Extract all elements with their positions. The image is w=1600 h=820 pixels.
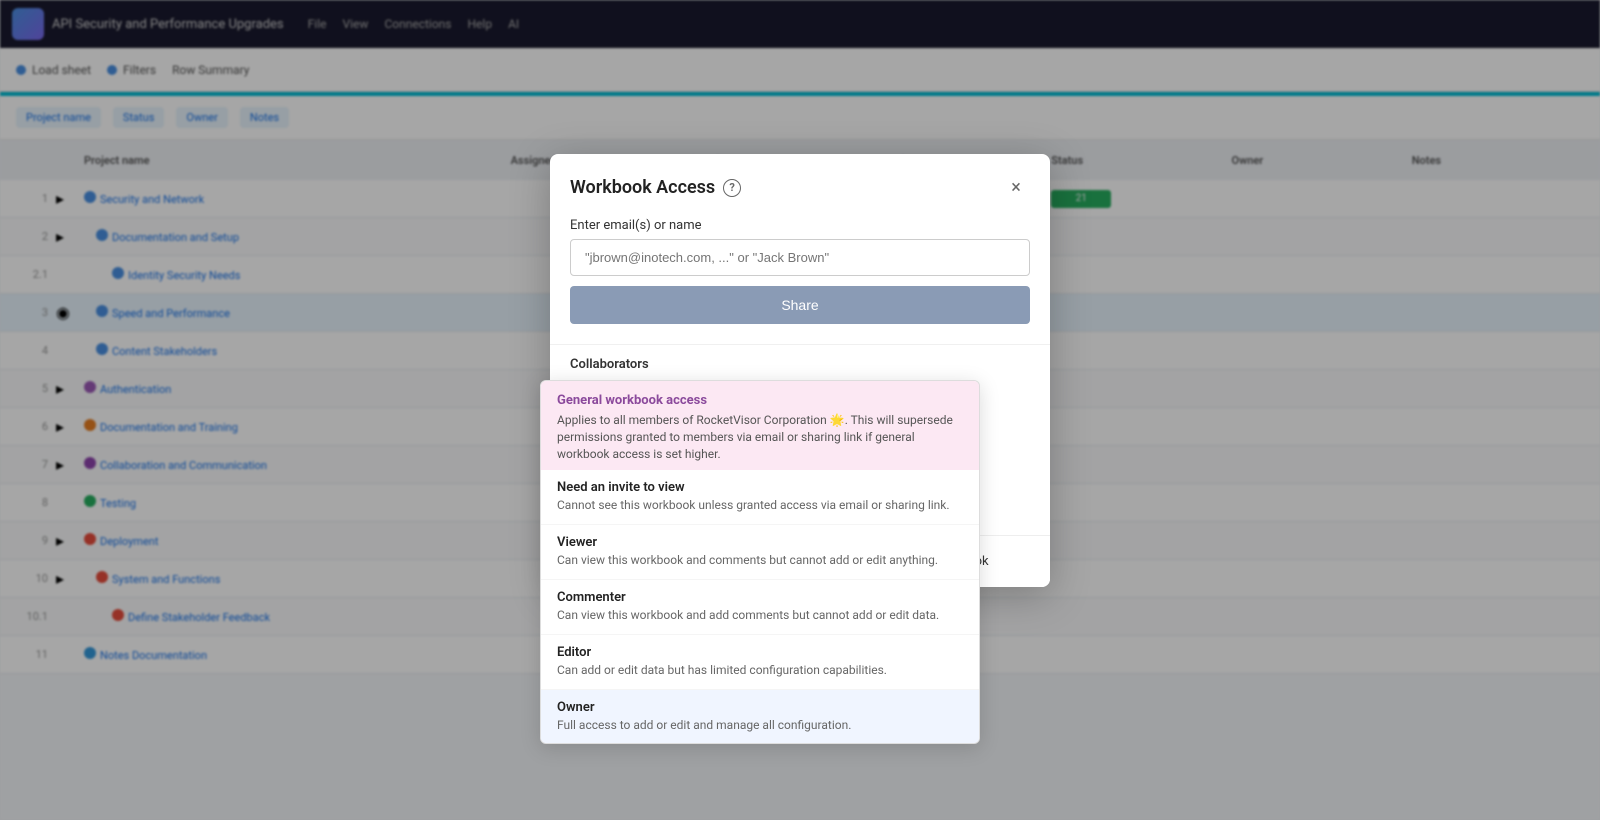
modal-overlay: Workbook Access ? × Enter email(s) or na… — [0, 0, 1600, 820]
modal-title-row: Workbook Access ? — [570, 177, 741, 198]
dropdown-item-desc: Cannot see this workbook unless granted … — [557, 497, 963, 514]
dropdown-item-invite[interactable]: Need an invite to view Cannot see this w… — [541, 470, 979, 525]
close-button[interactable]: × — [1002, 174, 1030, 202]
dropdown-item-title: Viewer — [557, 535, 963, 550]
email-label: Enter email(s) or name — [570, 218, 1030, 233]
collaborators-title: Collaborators — [570, 357, 1030, 372]
dropdown-item-desc: Can view this workbook and comments but … — [557, 552, 963, 569]
dropdown-item-owner[interactable]: Owner Full access to add or edit and man… — [541, 690, 979, 744]
modal-header: Workbook Access ? × — [550, 154, 1050, 218]
general-access-section: General workbook access Applies to all m… — [541, 381, 979, 470]
modal-body: Enter email(s) or name Share — [550, 218, 1050, 344]
help-icon[interactable]: ? — [723, 179, 741, 197]
share-button[interactable]: Share — [570, 286, 1030, 324]
dropdown-item-title: Need an invite to view — [557, 480, 963, 495]
dropdown-item-commenter[interactable]: Commenter Can view this workbook and add… — [541, 580, 979, 635]
general-access-desc: Applies to all members of RocketVisor Co… — [557, 412, 963, 462]
dropdown-item-viewer[interactable]: Viewer Can view this workbook and commen… — [541, 525, 979, 580]
email-input[interactable] — [570, 239, 1030, 276]
dropdown-item-desc: Can add or edit data but has limited con… — [557, 662, 963, 679]
general-access-title: General workbook access — [557, 393, 963, 408]
dropdown-item-desc: Can view this workbook and add comments … — [557, 607, 963, 624]
dropdown-item-title: Commenter — [557, 590, 963, 605]
access-dropdown-menu[interactable]: General workbook access Applies to all m… — [540, 380, 980, 744]
dropdown-item-editor[interactable]: Editor Can add or edit data but has limi… — [541, 635, 979, 690]
modal-title: Workbook Access — [570, 177, 715, 198]
dropdown-item-desc: Full access to add or edit and manage al… — [557, 717, 963, 734]
dropdown-item-title: Editor — [557, 645, 963, 660]
dropdown-item-title: Owner — [557, 700, 963, 715]
